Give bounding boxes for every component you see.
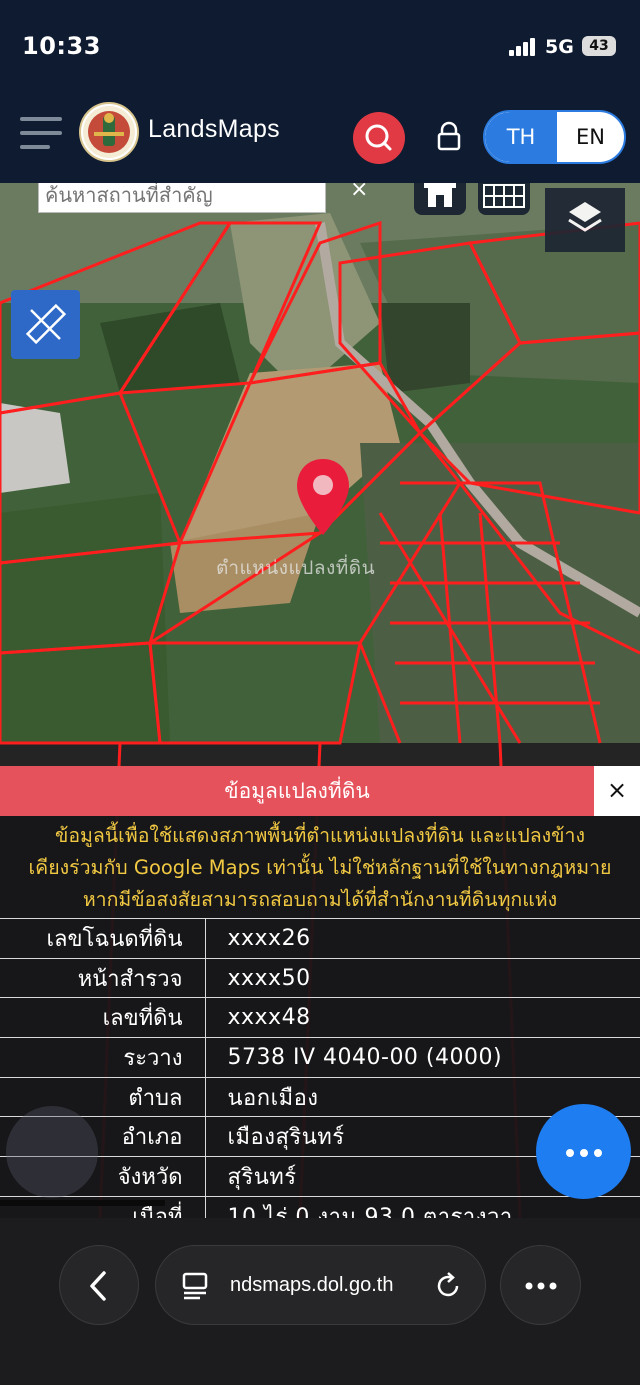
- lock-button[interactable]: [432, 119, 466, 153]
- disclaimer-line: หากมีข้อสงสัยสามารถสอบถามได้ที่สำนักงานท…: [82, 888, 558, 911]
- disclaimer: ข้อมูลนี้เพื่อใช้แสดงสภาพพื้นที่ตำแหน่งแ…: [0, 820, 640, 916]
- lock-icon: [437, 121, 461, 151]
- row-value: xxxx26: [227, 925, 311, 951]
- parcel-info-panel: ข้อมูลแปลงที่ดิน × ข้อมูลนี้เพื่อใช้แสดง…: [0, 766, 640, 1218]
- language-toggle: TH EN: [483, 110, 626, 164]
- row-value: 10 ไร่ 0 งาน 93.0 ตารางวา: [227, 1204, 513, 1218]
- table-row: ตำบล นอกเมือง: [0, 1077, 640, 1117]
- search-button[interactable]: [353, 112, 405, 164]
- pin-label: ตำแหน่งแปลงที่ดิน: [216, 557, 376, 579]
- row-value: xxxx48: [227, 1005, 311, 1031]
- address-bar[interactable]: ndsmaps.dol.go.th: [155, 1245, 486, 1325]
- ruler-pencil-icon: [25, 303, 67, 345]
- row-label: ระวาง: [0, 1037, 206, 1078]
- url-text: ndsmaps.dol.go.th: [230, 1274, 394, 1296]
- home-icon: [424, 183, 456, 207]
- network-type: 5G: [545, 36, 574, 58]
- grid-button[interactable]: [478, 183, 530, 215]
- lang-en-button[interactable]: EN: [557, 112, 624, 162]
- lang-th-button[interactable]: TH: [485, 112, 557, 162]
- brand-name: LandsMaps: [148, 115, 280, 143]
- close-panel-button[interactable]: ×: [594, 766, 640, 816]
- more-dots-icon: [525, 1282, 557, 1290]
- search-icon: [365, 124, 392, 151]
- signal-icon: [509, 38, 535, 56]
- app-header: LandsMaps TH EN: [0, 95, 640, 183]
- more-options-button[interactable]: [500, 1245, 581, 1325]
- table-row: หน้าสำรวจ xxxx50: [0, 958, 640, 998]
- home-button[interactable]: [414, 183, 466, 215]
- reload-icon[interactable]: [432, 1270, 464, 1302]
- panel-title: ข้อมูลแปลงที่ดิน: [0, 766, 594, 816]
- disclaimer-line: เคียงร่วมกับ Google Maps เท่านั้น ไม่ใช่…: [28, 856, 612, 879]
- row-value: 5738 IV 4040-00 (4000): [227, 1044, 503, 1070]
- emblem-logo: [79, 102, 139, 162]
- row-label: หน้าสำรวจ: [0, 958, 206, 998]
- layers-button[interactable]: [545, 188, 625, 252]
- layers-icon: [568, 202, 602, 232]
- row-label: เลขที่ดิน: [0, 997, 206, 1038]
- more-actions-button[interactable]: [536, 1104, 631, 1199]
- info-icon[interactable]: [6, 1106, 98, 1198]
- scroll-indicator: [0, 1200, 165, 1206]
- hamburger-icon[interactable]: [20, 115, 62, 151]
- battery-icon: 43: [582, 36, 616, 56]
- clear-search-button[interactable]: ×: [350, 183, 368, 202]
- table-row: เลขโฉนดที่ดิน xxxx26: [0, 918, 640, 959]
- table-row: เลขที่ดิน xxxx48: [0, 997, 640, 1038]
- status-bar: 10:33 5G 43: [0, 0, 640, 95]
- map-pin-icon[interactable]: [294, 457, 352, 539]
- chevron-left-icon: [90, 1271, 106, 1301]
- back-button[interactable]: [59, 1245, 139, 1325]
- place-search-input[interactable]: [39, 183, 325, 212]
- place-search-field[interactable]: [38, 183, 326, 213]
- disclaimer-line: ข้อมูลนี้เพื่อใช้แสดงสภาพพื้นที่ตำแหน่งแ…: [55, 824, 585, 847]
- tab-overview-icon[interactable]: [180, 1270, 212, 1302]
- grid-icon: [483, 184, 525, 208]
- row-label: เลขโฉนดที่ดิน: [0, 918, 206, 959]
- browser-toolbar: ndsmaps.dol.go.th: [0, 1218, 640, 1385]
- status-time: 10:33: [22, 32, 101, 60]
- measure-button[interactable]: [11, 290, 80, 359]
- row-value: xxxx50: [227, 965, 311, 991]
- table-row: ระวาง 5738 IV 4040-00 (4000): [0, 1037, 640, 1078]
- screen: 10:33 5G 43 LandsMaps TH EN ค้นหาสถานที่…: [0, 0, 640, 1385]
